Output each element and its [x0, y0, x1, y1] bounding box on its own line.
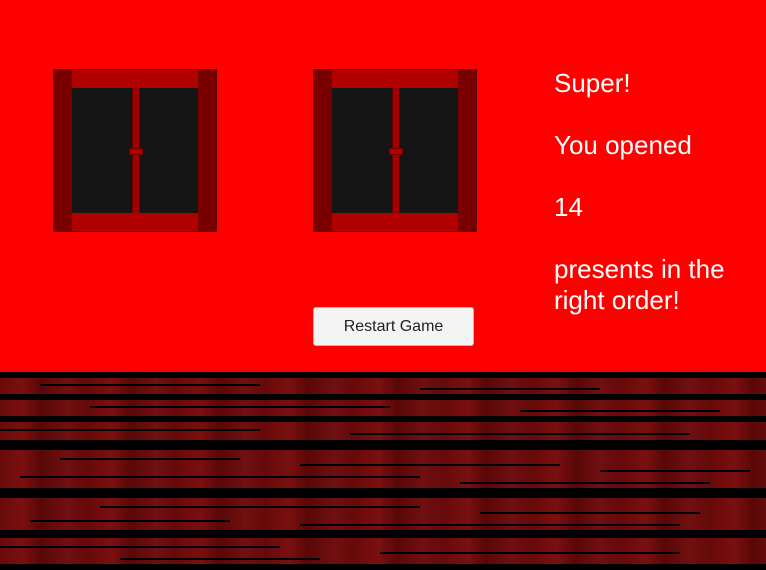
window-frame-top	[54, 70, 216, 88]
window-left	[53, 69, 217, 232]
floor-grain	[480, 512, 700, 514]
window-frame-left	[314, 70, 332, 231]
message-line-order: presents in the right order!	[554, 254, 725, 315]
floor-grain	[600, 470, 750, 472]
floor-plank	[0, 400, 766, 416]
floor-grain	[20, 476, 420, 478]
floor-grain	[520, 410, 720, 412]
floor-grain	[0, 429, 260, 431]
floor-plank	[0, 538, 766, 564]
window-frame-bottom	[54, 213, 216, 231]
window-frame-right	[198, 70, 216, 231]
floor-plank	[0, 422, 766, 440]
wood-floor	[0, 372, 766, 570]
window-pane	[332, 88, 458, 213]
floor-plank	[0, 378, 766, 394]
message-line-opened: You opened	[554, 130, 692, 160]
floor-grain	[460, 482, 710, 484]
result-message: Super! You opened 14 presents in the rig…	[554, 68, 754, 316]
floor-grain	[350, 433, 690, 435]
window-handle-icon	[389, 147, 403, 155]
window-pane	[72, 88, 198, 213]
message-present-count: 14	[554, 192, 583, 222]
window-frame-right	[458, 70, 476, 231]
window-handle-icon	[129, 147, 143, 155]
floor-grain	[100, 506, 420, 508]
floor-grain	[120, 558, 320, 560]
floor-grain	[40, 384, 260, 386]
window-frame-bottom	[314, 213, 476, 231]
floor-grain	[90, 406, 390, 408]
restart-game-button[interactable]: Restart Game	[313, 307, 474, 346]
floor-grain	[60, 458, 240, 460]
floor-grain	[300, 524, 680, 526]
window-frame-left	[54, 70, 72, 231]
window-frame-top	[314, 70, 476, 88]
floor-grain	[380, 552, 680, 554]
floor-grain	[30, 520, 230, 522]
floor-grain	[0, 546, 280, 548]
message-line-super: Super!	[554, 68, 631, 98]
floor-grain	[420, 388, 600, 390]
floor-grain	[300, 464, 560, 466]
window-right	[313, 69, 477, 232]
